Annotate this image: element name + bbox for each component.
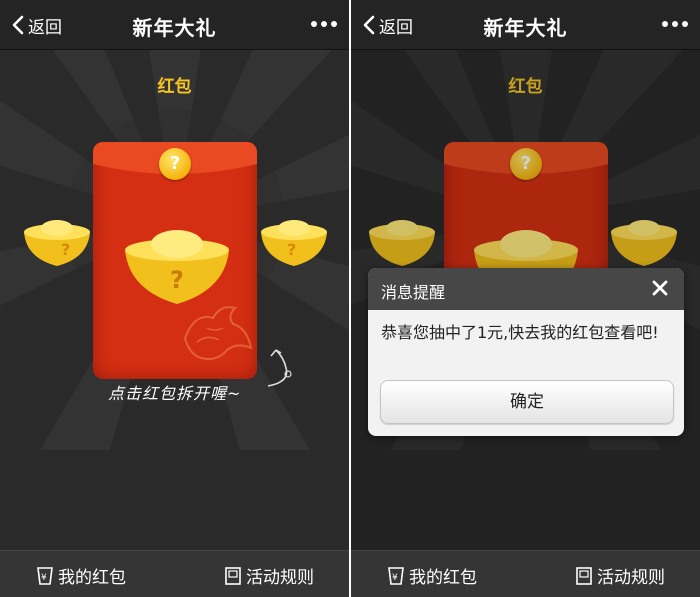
cup-yuan-icon: ¥ (388, 566, 404, 585)
activity-rules-button[interactable]: 活动规则 (224, 563, 314, 588)
my-red-packets-button[interactable]: ¥ 我的红包 (36, 563, 126, 588)
svg-text:¥: ¥ (41, 573, 47, 583)
more-button[interactable] (662, 16, 688, 32)
close-icon[interactable] (650, 278, 670, 298)
my-red-packets-label: 我的红包 (58, 568, 126, 588)
dialog-header: 消息提醒 (368, 268, 684, 310)
red-envelope[interactable]: ? ? (93, 142, 257, 379)
rules-book-icon (225, 566, 241, 585)
more-dots-icon (311, 21, 317, 27)
more-dot (321, 21, 327, 27)
bottom-bar: ¥ 我的红包 活动规则 (351, 550, 700, 597)
open-hint: 点击红包拆开喔~ (108, 384, 242, 403)
svg-text:¥: ¥ (392, 573, 398, 583)
svg-text:?: ? (170, 266, 184, 294)
confirm-button[interactable]: 确定 (380, 380, 674, 424)
screen-after-open: 返回 新年大礼 红包 ? 消息提醒 恭喜您抽中了1元,快去我的红包查看吧! 确定… (351, 0, 700, 597)
gold-ingot-center: ? (125, 230, 229, 304)
nav-header: 返回 新年大礼 (351, 0, 700, 50)
page-title: 新年大礼 (132, 16, 217, 40)
section-title: 红包 (157, 77, 192, 97)
dialog-message: 恭喜您抽中了1元,快去我的红包查看吧! (381, 323, 659, 342)
my-red-packets-label: 我的红包 (409, 568, 477, 588)
more-dot (682, 21, 688, 27)
screenshot-stage: 返回 新年大礼 红包 ? ? ? ? 点击红包拆开喔~ ¥ 我的红包 活动规则 … (0, 0, 700, 597)
cup-yuan-icon: ¥ (37, 566, 53, 585)
message-dialog: 消息提醒 恭喜您抽中了1元,快去我的红包查看吧! 确定 (368, 268, 684, 436)
main-content: 红包 ? ? ? ? 点击红包拆开喔~ (0, 50, 349, 550)
screen-before-open: 返回 新年大礼 红包 ? ? ? ? 点击红包拆开喔~ ¥ 我的红包 活动规则 (0, 0, 349, 597)
my-red-packets-button[interactable]: ¥ 我的红包 (387, 563, 477, 588)
mystery-badge: ? (159, 148, 191, 180)
horse-pattern (183, 306, 253, 360)
svg-text:?: ? (287, 240, 296, 259)
more-dot (331, 21, 337, 27)
nav-header: 返回 新年大礼 (0, 0, 349, 50)
svg-text:?: ? (61, 240, 70, 259)
rules-book-icon (576, 566, 592, 585)
more-dots-icon (662, 21, 668, 27)
gold-ingot-left[interactable]: ? (20, 218, 94, 268)
page-title: 新年大礼 (483, 16, 568, 40)
dialog-title: 消息提醒 (381, 283, 446, 302)
bottom-bar: ¥ 我的红包 活动规则 (0, 550, 349, 597)
activity-rules-label: 活动规则 (597, 568, 665, 588)
activity-rules-label: 活动规则 (246, 568, 314, 588)
activity-rules-button[interactable]: 活动规则 (575, 563, 665, 588)
more-dot (672, 21, 678, 27)
gold-ingot-right[interactable]: ? (257, 218, 331, 268)
more-button[interactable] (311, 16, 337, 32)
curved-arrow-icon (267, 349, 292, 387)
